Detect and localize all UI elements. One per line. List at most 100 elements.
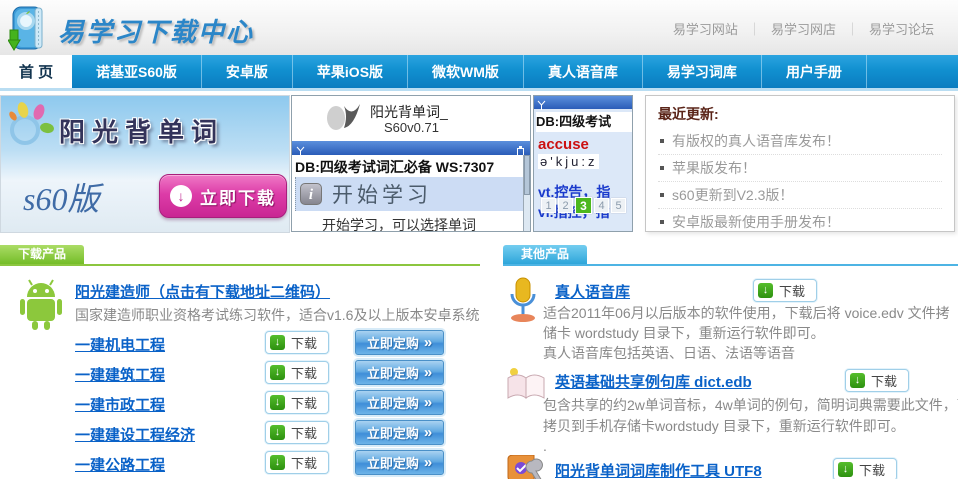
screenshot-app-menu: 阳光背单词_ S60v0.71 DB:四级考试词汇必备 WS:7307 i 开始… [291,95,531,232]
order-now-button[interactable]: 立即定购» [355,390,444,415]
nav-tab-ios[interactable]: 苹果iOS版 [293,55,408,88]
item-link-jidian[interactable]: 一建机电工程 [75,334,165,355]
banner-edition: s60版 [23,174,99,220]
page: 易学习下载中心 易学习网站｜易学习网店｜易学习论坛 首 页 诺基亚S60版 安卓… [0,0,958,479]
db-status-line: DB:四级考试 [536,112,633,132]
promo-banner[interactable]: 阳光背单词 s60版 ↓ 立即下载 [0,95,290,233]
site-title: 易学习下载中心 [58,12,254,49]
nav-tab-wm[interactable]: 微软WM版 [408,55,524,88]
download-button[interactable]: ↓下载 [845,369,909,392]
status-bar [534,96,632,109]
other-desc-line: 适合2011年06月以后版本的软件使用，下载后将 voice.edv 文件拷 [543,303,958,323]
order-now-button[interactable]: 立即定购» [355,330,444,355]
bullet-icon [660,139,664,143]
download-button[interactable]: ↓下载 [265,391,329,414]
download-arrow-icon: ↓ [838,462,853,477]
order-now-button[interactable]: 立即定购» [355,420,444,445]
chevron-right-icon: » [424,394,432,411]
info-icon: i [300,183,322,205]
item-link-jingji[interactable]: 一建建设工程经济 [75,424,195,445]
item-link-shizheng[interactable]: 一建市政工程 [75,394,165,415]
other-desc-line: 拷贝到手机存储卡wordstudy 目录下，重新运行软件即可。 [543,416,958,436]
android-robot-icon [14,277,68,336]
banner-download-button[interactable]: ↓ 立即下载 [159,174,287,218]
other-desc-line: 真人语音库包括英语、日语、法语等语音 [543,343,958,363]
pager-item-1[interactable]: 1 [541,198,556,213]
other-link-voicelib[interactable]: 真人语音库 [555,281,630,302]
product-link-builder[interactable]: 阳光建造师（点击有下载地址二维码） [75,281,330,302]
open-book-icon [504,366,548,407]
status-bar [292,141,530,155]
download-arrow-icon: ↓ [270,425,285,440]
download-button[interactable]: ↓下载 [833,458,897,479]
top-links: 易学习网站｜易学习网店｜易学习论坛 [663,19,944,38]
microphone-icon [504,276,542,329]
order-now-button[interactable]: 立即定购» [355,450,444,475]
phonetic: ə'kju:z [538,154,599,169]
top-link-store[interactable]: 易学习网店 [761,22,846,37]
menu-item-selected[interactable]: i 开始学习 [295,177,525,211]
header: 易学习下载中心 易学习网站｜易学习网店｜易学习论坛 [0,0,958,55]
other-desc-line: 包含共享的约2w单词音标，4w单词的例句，简明词典需要此文件，下 [543,395,958,415]
download-arrow-icon: ↓ [270,365,285,380]
nav-tab-home[interactable]: 首 页 [0,55,72,88]
pager-item-5[interactable]: 5 [611,198,626,213]
other-desc-line: 储卡 wordstudy 目录下，重新运行软件即可。 [543,323,958,343]
nav-tab-s60[interactable]: 诺基亚S60版 [72,55,202,88]
chevron-right-icon: » [424,454,432,471]
nav-tab-manual[interactable]: 用户手册 [762,55,867,88]
pager-item-3-active[interactable]: 3 [575,197,592,214]
download-button[interactable]: ↓下载 [265,331,329,354]
menu-item-desc: 开始学习，可以选择单词 [322,215,476,232]
scrollbar[interactable] [523,155,530,232]
app-title: 阳光背单词_ [370,102,448,122]
nav-tab-voice[interactable]: 真人语音库 [524,55,643,88]
screenshot-pager: 1 2 3 4 5 [541,198,626,214]
bullet-icon [660,166,664,170]
update-item[interactable]: 安卓版最新使用手册发布！ [658,209,942,236]
other-desc-line: . [543,438,958,454]
download-arrow-icon: ↓ [850,373,865,388]
download-button[interactable]: ↓下载 [265,421,329,444]
download-arrow-icon: ↓ [758,283,773,298]
other-link-dictmaker[interactable]: 阳光背单词词库制作工具 UTF8 [555,460,762,479]
link-separator: ｜ [846,22,859,37]
main-nav: 首 页 诺基亚S60版 安卓版 苹果iOS版 微软WM版 真人语音库 易学习词库… [0,55,958,88]
banner-title: 阳光背单词 [59,112,224,149]
update-item[interactable]: 有版权的真人语音库发布！ [658,128,942,155]
section-tab-downloads: 下载产品 [0,245,84,264]
section-underline-downloads [0,264,480,266]
top-link-forum[interactable]: 易学习论坛 [859,22,944,37]
download-button[interactable]: ↓下载 [265,451,329,474]
download-button[interactable]: ↓下载 [265,361,329,384]
app-version: S60v0.71 [384,120,439,135]
scrollbar-thumb[interactable] [524,155,530,195]
db-status-line: DB:四级考试词汇必备 WS:7307 [295,157,494,177]
item-link-gonglu[interactable]: 一建公路工程 [75,454,165,475]
logo[interactable]: 易学习下载中心 [8,4,254,57]
chevron-right-icon: » [424,424,432,441]
pager-item-2[interactable]: 2 [558,198,573,213]
chevron-right-icon: » [424,364,432,381]
update-item[interactable]: s60更新到V2.3版！ [658,182,942,209]
product-description: 国家建造师职业资格考试练习软件，适合v1.6及以上版本安卓系统 [75,305,479,325]
nav-underline [0,88,958,91]
update-item[interactable]: 苹果版发布！ [658,155,942,182]
top-link-website[interactable]: 易学习网站 [663,22,748,37]
palette-decoration-icon [3,100,59,161]
download-arrow-icon: ↓ [270,395,285,410]
recent-updates-panel: 最近更新: 有版权的真人语音库发布！ 苹果版发布！ s60更新到V2.3版！ 安… [645,95,955,232]
section-tab-others: 其他产品 [503,245,587,264]
app-header: 阳光背单词_ S60v0.71 [292,96,530,141]
order-now-button[interactable]: 立即定购» [355,360,444,385]
backpack-download-icon [8,4,50,57]
nav-tab-dict[interactable]: 易学习词库 [643,55,762,88]
bullet-icon [660,193,664,197]
download-arrow-icon: ↓ [270,455,285,470]
other-link-dictdb[interactable]: 英语基础共享例句库 dict.edb [555,371,752,392]
chevron-right-icon: » [424,334,432,351]
download-button[interactable]: ↓下载 [753,279,817,302]
nav-tab-android[interactable]: 安卓版 [202,55,293,88]
pager-item-4[interactable]: 4 [594,198,609,213]
item-link-jianzhu[interactable]: 一建建筑工程 [75,364,165,385]
